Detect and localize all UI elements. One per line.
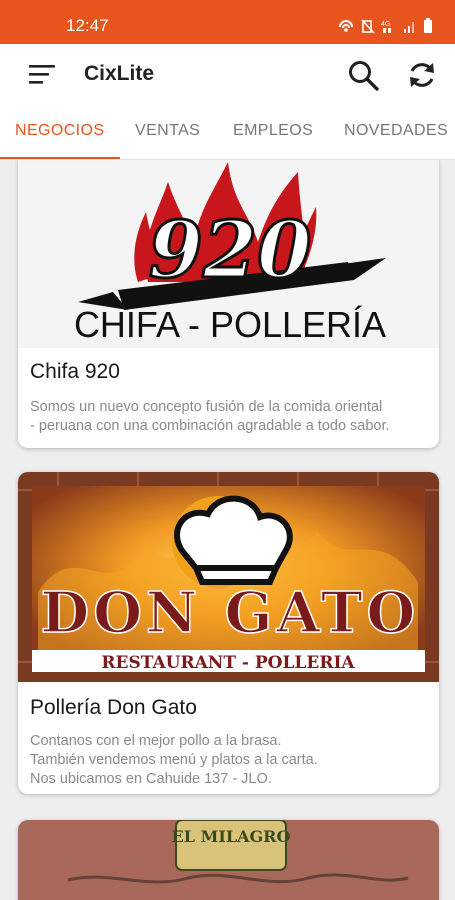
description-line: También vendemos menú y platos a la cart… — [30, 752, 318, 768]
business-logo-chifa-920: 920 CHIFA - POLLERÍA — [18, 160, 439, 348]
mute-icon — [361, 19, 375, 34]
business-card-don-gato[interactable]: DON GATO RESTAURANT - POLLERIA Pollería … — [18, 472, 439, 794]
business-logo-don-gato: DON GATO RESTAURANT - POLLERIA — [18, 472, 439, 682]
card-description: Contanos con el mejor pollo a la brasa. … — [30, 732, 435, 789]
tab-negocios[interactable]: NEGOCIOS — [15, 122, 104, 140]
card-description: Somos un nuevo concepto fusión de la com… — [30, 398, 435, 436]
search-icon[interactable] — [346, 58, 380, 92]
description-line: Somos un nuevo concepto fusión de la com… — [30, 399, 383, 415]
description-line: Contanos con el mejor pollo a la brasa. — [30, 733, 282, 749]
tab-novedades[interactable]: NOVEDADES — [344, 122, 448, 140]
logo-number: 920 — [149, 205, 312, 296]
svg-text:4G: 4G — [381, 21, 390, 28]
business-logo-el-milagro: EL MILAGRO — [18, 820, 439, 900]
app-bar: CixLite — [0, 44, 455, 104]
battery-icon — [424, 18, 432, 33]
description-line: Nos ubicamos en Cahuide 137 - JLO. — [30, 771, 272, 787]
tab-empleos[interactable]: EMPLEOS — [233, 122, 313, 140]
business-card-chifa-920[interactable]: 920 CHIFA - POLLERÍA Chifa 920 Somos un … — [18, 160, 439, 448]
hotspot-icon — [339, 20, 353, 32]
menu-icon[interactable] — [28, 62, 58, 86]
status-icons: 4G — [337, 18, 433, 34]
status-bar: 12:47 4G — [0, 0, 455, 44]
business-feed[interactable]: 920 CHIFA - POLLERÍA Chifa 920 Somos un … — [0, 160, 455, 900]
signal-icon — [404, 22, 414, 33]
logo-subtext: RESTAURANT - POLLERIA — [101, 653, 355, 673]
refresh-icon[interactable] — [405, 58, 439, 92]
card-title: Chifa 920 — [30, 360, 120, 383]
logo-text: CHIFA - POLLERÍA — [74, 304, 386, 345]
logo-text: DON GATO — [41, 580, 420, 646]
logo-text: EL MILAGRO — [172, 827, 291, 846]
business-card-el-milagro[interactable]: EL MILAGRO — [18, 820, 439, 900]
description-line: - peruana con una combinación agradable … — [30, 418, 390, 434]
tab-bar: NEGOCIOS VENTAS EMPLEOS NOVEDADES — [0, 104, 455, 160]
signal-4g-icon: 4G — [381, 21, 391, 33]
card-title: Pollería Don Gato — [30, 696, 197, 719]
status-time: 12:47 — [66, 16, 109, 35]
tab-ventas[interactable]: VENTAS — [135, 122, 200, 140]
app-title: CixLite — [84, 62, 155, 85]
